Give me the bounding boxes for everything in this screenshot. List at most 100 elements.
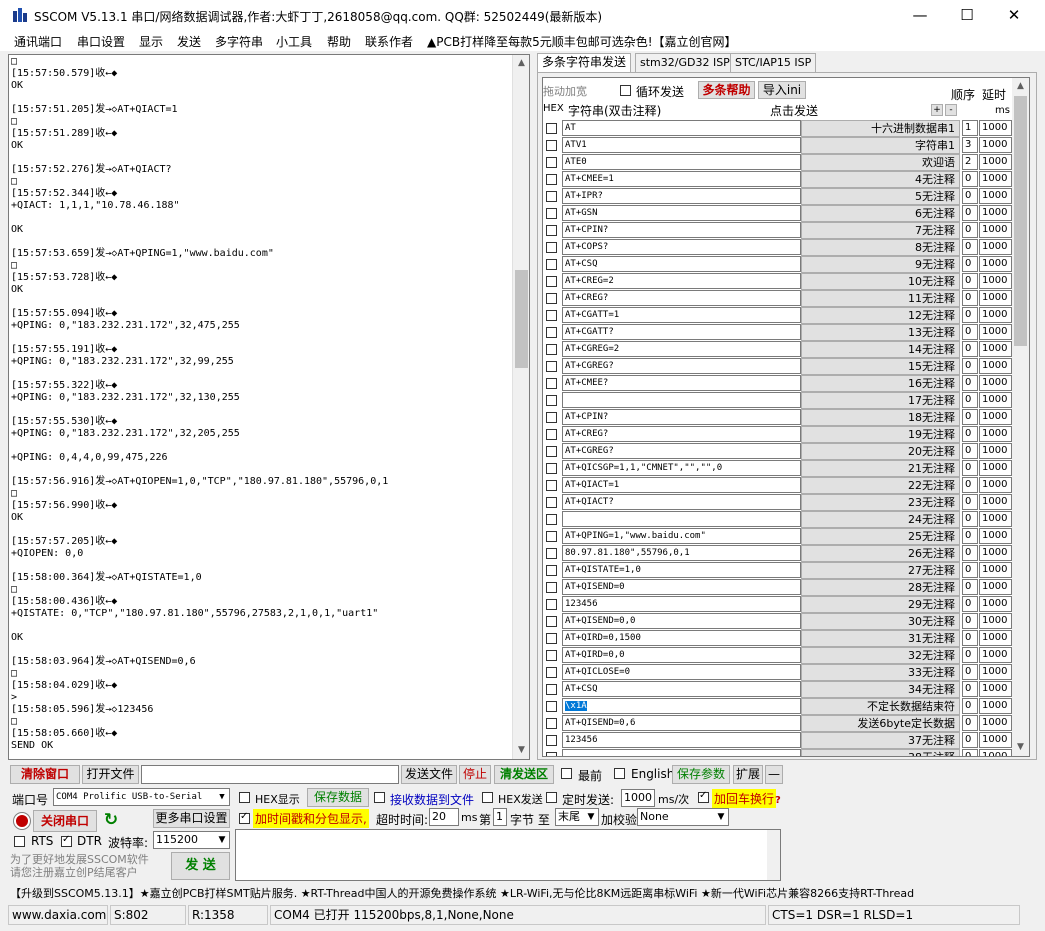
command-input[interactable]: \x1A xyxy=(562,698,801,714)
delay-input[interactable]: 1000 xyxy=(979,630,1012,646)
hex-checkbox[interactable] xyxy=(546,276,557,287)
port-select[interactable]: COM4 Prolific USB-to-Serial ▼ xyxy=(53,788,230,806)
hex-checkbox[interactable] xyxy=(546,514,557,525)
order-input[interactable]: 0 xyxy=(962,273,978,289)
click-send-button[interactable]: 10无注释 xyxy=(801,273,960,290)
menu-send[interactable]: 发送 xyxy=(177,33,201,50)
click-send-button[interactable]: 不定长数据结束符 xyxy=(801,698,960,715)
hex-checkbox[interactable] xyxy=(546,344,557,355)
click-send-button[interactable]: 9无注释 xyxy=(801,256,960,273)
order-input[interactable]: 0 xyxy=(962,596,978,612)
send-file-button[interactable]: 发送文件 xyxy=(401,765,457,784)
command-input[interactable]: AT+IPR? xyxy=(562,188,801,204)
timer-interval-input[interactable]: 1000 xyxy=(621,789,655,807)
hex-checkbox[interactable] xyxy=(546,242,557,253)
click-send-button[interactable]: 21无注释 xyxy=(801,460,960,477)
hex-checkbox[interactable] xyxy=(546,565,557,576)
scroll-down-icon[interactable]: ▼ xyxy=(513,742,529,759)
command-input[interactable]: 123456 xyxy=(562,732,801,748)
collapse-button[interactable]: — xyxy=(765,765,783,784)
click-send-button[interactable]: 19无注释 xyxy=(801,426,960,443)
hex-checkbox[interactable] xyxy=(546,429,557,440)
hex-checkbox[interactable] xyxy=(546,174,557,185)
hex-checkbox[interactable] xyxy=(546,446,557,457)
stop-button[interactable]: 停止 xyxy=(459,765,491,784)
menu-port[interactable]: 通讯端口 xyxy=(14,33,62,50)
command-input[interactable]: AT+CGREG? xyxy=(562,358,801,374)
menu-display[interactable]: 显示 xyxy=(139,33,163,50)
order-input[interactable]: 0 xyxy=(962,477,978,493)
hex-checkbox[interactable] xyxy=(546,395,557,406)
order-input[interactable]: 0 xyxy=(962,698,978,714)
delay-input[interactable]: 1000 xyxy=(979,392,1012,408)
save-params-button[interactable]: 保存参数 xyxy=(672,765,730,784)
delay-input[interactable]: 1000 xyxy=(979,477,1012,493)
delay-input[interactable]: 1000 xyxy=(979,171,1012,187)
delay-input[interactable]: 1000 xyxy=(979,511,1012,527)
click-send-button[interactable]: 16无注释 xyxy=(801,375,960,392)
command-input[interactable]: AT+QICSGP=1,1,"CMNET","","",0 xyxy=(562,460,801,476)
refresh-icon[interactable]: ↻ xyxy=(101,810,121,830)
click-send-button[interactable]: 5无注释 xyxy=(801,188,960,205)
hex-checkbox[interactable] xyxy=(546,616,557,627)
expand-button[interactable]: 扩展 xyxy=(733,765,763,784)
order-input[interactable]: 0 xyxy=(962,647,978,663)
order-input[interactable]: 0 xyxy=(962,715,978,731)
order-input[interactable]: 0 xyxy=(962,375,978,391)
menu-contact[interactable]: 联系作者 xyxy=(365,33,413,50)
add-crlf-checkbox[interactable]: ✓ xyxy=(698,790,709,803)
delay-input[interactable]: 1000 xyxy=(979,324,1012,340)
command-input[interactable]: 123456 xyxy=(562,596,801,612)
order-input[interactable]: 0 xyxy=(962,630,978,646)
close-button[interactable]: ✕ xyxy=(991,0,1037,30)
order-input[interactable]: 0 xyxy=(962,290,978,306)
timestamp-checkbox[interactable]: ✓ xyxy=(239,811,250,824)
order-input[interactable]: 0 xyxy=(962,579,978,595)
scroll-thumb[interactable] xyxy=(515,270,528,368)
scroll-up-icon[interactable]: ▲ xyxy=(1012,78,1029,95)
click-send-button[interactable]: 30无注释 xyxy=(801,613,960,630)
more-settings-button[interactable]: 更多串口设置 xyxy=(153,809,230,828)
delay-input[interactable]: 1000 xyxy=(979,562,1012,578)
scroll-down-icon[interactable]: ▼ xyxy=(1012,739,1029,756)
click-send-button[interactable]: 29无注释 xyxy=(801,596,960,613)
command-input[interactable]: AT+QISEND=0 xyxy=(562,579,801,595)
order-input[interactable]: 0 xyxy=(962,528,978,544)
loop-send-checkbox[interactable] xyxy=(620,85,631,96)
hex-checkbox[interactable] xyxy=(546,310,557,321)
menu-multi-string[interactable]: 多字符串 xyxy=(215,33,263,50)
hex-checkbox[interactable] xyxy=(546,531,557,542)
hex-checkbox[interactable] xyxy=(546,123,557,134)
order-input[interactable]: 0 xyxy=(962,307,978,323)
click-send-button[interactable]: 8无注释 xyxy=(801,239,960,256)
hex-checkbox[interactable] xyxy=(546,718,557,729)
click-send-button[interactable]: 字符串1 xyxy=(801,137,960,154)
click-send-button[interactable]: 28无注释 xyxy=(801,579,960,596)
order-input[interactable]: 0 xyxy=(962,239,978,255)
delay-input[interactable]: 1000 xyxy=(979,426,1012,442)
tab-multi-string[interactable]: 多条字符串发送 xyxy=(537,53,632,72)
order-input[interactable]: 3 xyxy=(962,137,978,153)
order-input[interactable]: 0 xyxy=(962,358,978,374)
maximize-button[interactable]: ☐ xyxy=(944,0,990,30)
topmost-checkbox[interactable] xyxy=(561,768,572,779)
delay-input[interactable]: 1000 xyxy=(979,239,1012,255)
click-send-button[interactable]: 十六进制数据串1 xyxy=(801,120,960,137)
delay-input[interactable]: 1000 xyxy=(979,698,1012,714)
click-send-button[interactable]: 22无注释 xyxy=(801,477,960,494)
command-input[interactable]: AT+QIACT? xyxy=(562,494,801,510)
order-input[interactable]: 0 xyxy=(962,324,978,340)
delay-input[interactable]: 1000 xyxy=(979,528,1012,544)
delay-input[interactable]: 1000 xyxy=(979,681,1012,697)
rts-checkbox[interactable] xyxy=(14,836,25,847)
tab-stc-isp[interactable]: STC/IAP15 ISP xyxy=(730,53,817,72)
delay-input[interactable]: 1000 xyxy=(979,409,1012,425)
click-send-button[interactable]: 12无注释 xyxy=(801,307,960,324)
command-input[interactable]: AT+QIRD=0,0 xyxy=(562,647,801,663)
hex-checkbox[interactable] xyxy=(546,378,557,389)
click-send-button[interactable]: 32无注释 xyxy=(801,647,960,664)
hex-checkbox[interactable] xyxy=(546,259,557,270)
order-input[interactable]: 0 xyxy=(962,171,978,187)
send-area-scrollbar[interactable] xyxy=(767,830,780,880)
command-input[interactable]: AT+QISEND=0,0 xyxy=(562,613,801,629)
